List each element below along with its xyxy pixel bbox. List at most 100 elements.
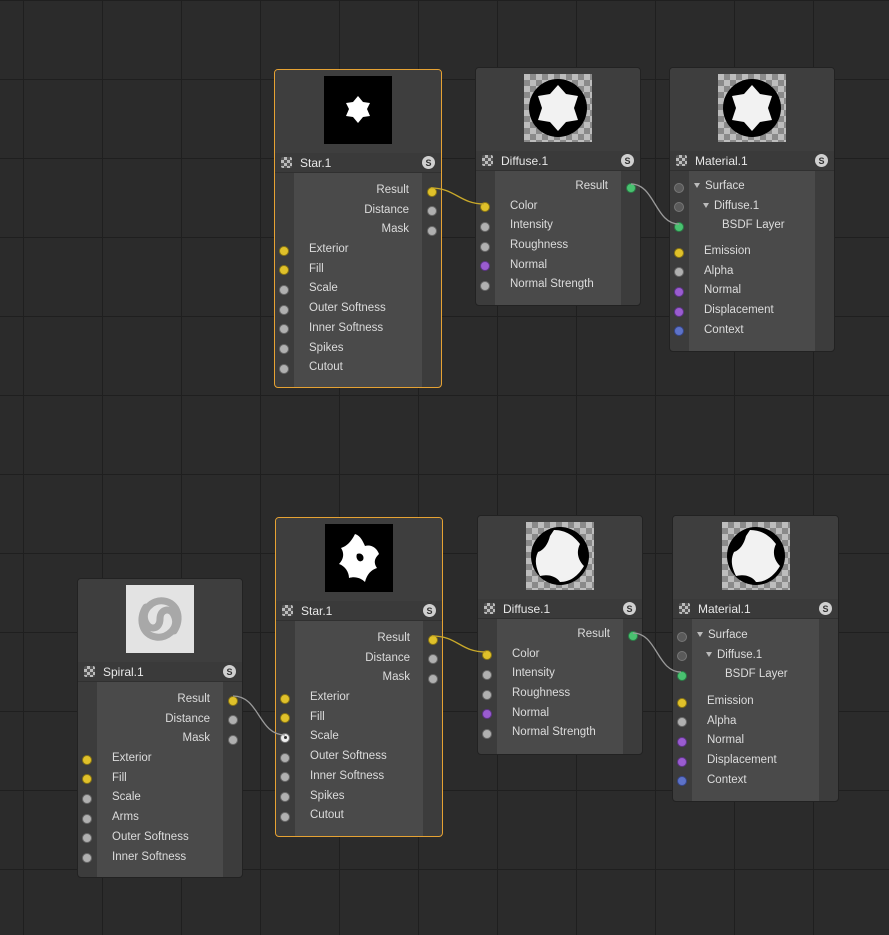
port[interactable]	[626, 182, 636, 193]
tree-bsdf-layer[interactable]: BSDF Layer	[670, 216, 834, 236]
input-outer-softness[interactable]: Outer Softness	[275, 299, 441, 319]
port[interactable]	[228, 715, 238, 726]
input-arms[interactable]: Arms	[78, 808, 242, 828]
port[interactable]	[280, 772, 290, 783]
output-mask[interactable]: Mask	[78, 729, 242, 749]
input-fill[interactable]: Fill	[78, 769, 242, 789]
input-displacement[interactable]: Displacement	[673, 751, 838, 771]
input-outer-softness[interactable]: Outer Softness	[276, 747, 442, 767]
material-node-2[interactable]: Material.1 S Surface Diffuse.1 BSDF Laye…	[672, 515, 839, 802]
port[interactable]	[480, 221, 490, 232]
port[interactable]	[482, 728, 492, 739]
port[interactable]	[279, 245, 289, 256]
input-normal[interactable]: Normal	[670, 281, 834, 301]
output-distance[interactable]: Distance	[275, 201, 441, 221]
spiral-node[interactable]: Spiral.1 S Result Distance Mask Exterior…	[77, 578, 243, 878]
input-normal[interactable]: Normal	[478, 704, 642, 724]
port[interactable]	[480, 280, 490, 291]
port[interactable]	[279, 265, 289, 276]
port[interactable]	[674, 306, 684, 317]
port[interactable]	[482, 689, 492, 700]
port[interactable]	[228, 695, 238, 706]
port[interactable]	[279, 344, 289, 354]
diffuse-node-2[interactable]: Diffuse.1 S Result Color Intensity Rough…	[477, 515, 643, 755]
port[interactable]	[628, 630, 638, 641]
tree-diffuse[interactable]: Diffuse.1	[673, 646, 838, 666]
node-header[interactable]: Star.1 S	[275, 153, 441, 173]
port[interactable]	[677, 717, 687, 728]
expand-triangle-icon[interactable]	[703, 202, 709, 208]
node-header[interactable]: Star.1 S	[276, 601, 442, 621]
input-cutout[interactable]: Cutout	[275, 358, 441, 378]
output-result[interactable]: Result	[478, 625, 642, 645]
input-spikes[interactable]: Spikes	[276, 787, 442, 807]
input-alpha[interactable]: Alpha	[670, 262, 834, 282]
output-result[interactable]: Result	[476, 177, 640, 197]
input-fill[interactable]: Fill	[276, 708, 442, 728]
input-normal-strength[interactable]: Normal Strength	[476, 275, 640, 295]
input-color[interactable]: Color	[478, 645, 642, 665]
solo-button[interactable]: S	[819, 602, 832, 615]
port[interactable]	[82, 813, 92, 824]
node-header[interactable]: Material.1 S	[670, 151, 834, 171]
input-context[interactable]: Context	[670, 321, 834, 341]
node-header[interactable]: Spiral.1 S	[78, 662, 242, 682]
port[interactable]	[480, 261, 490, 272]
input-intensity[interactable]: Intensity	[476, 216, 640, 236]
output-result[interactable]: Result	[276, 629, 442, 649]
input-scale[interactable]: Scale	[78, 788, 242, 808]
port[interactable]	[428, 673, 438, 684]
port[interactable]	[427, 186, 437, 197]
input-spikes[interactable]: Spikes	[275, 339, 441, 359]
input-inner-softness[interactable]: Inner Softness	[275, 319, 441, 339]
input-intensity[interactable]: Intensity	[478, 664, 642, 684]
port[interactable]	[677, 776, 687, 787]
port[interactable]	[280, 792, 290, 802]
port[interactable]	[279, 304, 289, 315]
expand-triangle-icon[interactable]	[706, 651, 712, 657]
port[interactable]	[674, 247, 684, 258]
input-exterior[interactable]: Exterior	[276, 688, 442, 708]
port[interactable]	[280, 713, 290, 724]
input-normal[interactable]: Normal	[673, 731, 838, 751]
material-node-1[interactable]: Material.1 S Surface Diffuse.1 BSDF Laye…	[669, 67, 835, 352]
port[interactable]	[280, 811, 290, 822]
input-normal-strength[interactable]: Normal Strength	[478, 723, 642, 743]
input-context[interactable]: Context	[673, 771, 838, 791]
star-node-1[interactable]: Star.1 S Result Distance Mask Exterior F…	[274, 69, 442, 388]
star-node-2[interactable]: Star.1 S Result Distance Mask Exterior F…	[275, 517, 443, 837]
node-header[interactable]: Material.1 S	[673, 599, 838, 619]
solo-button[interactable]: S	[815, 154, 828, 167]
input-roughness[interactable]: Roughness	[478, 684, 642, 704]
port[interactable]	[482, 709, 492, 720]
input-inner-softness[interactable]: Inner Softness	[276, 767, 442, 787]
output-mask[interactable]: Mask	[276, 668, 442, 688]
diffuse-node-1[interactable]: Diffuse.1 S Result Color Intensity Rough…	[475, 67, 641, 306]
port[interactable]	[674, 267, 684, 278]
port[interactable]	[674, 286, 684, 297]
port[interactable]	[428, 654, 438, 665]
port[interactable]	[427, 225, 437, 236]
expand-triangle-icon[interactable]	[694, 183, 700, 188]
port[interactable]	[279, 324, 289, 335]
input-alpha[interactable]: Alpha	[673, 712, 838, 732]
output-result[interactable]: Result	[78, 690, 242, 710]
expand-triangle-icon[interactable]	[697, 632, 703, 637]
input-emission[interactable]: Emission	[673, 692, 838, 712]
solo-button[interactable]: S	[423, 604, 436, 617]
solo-button[interactable]: S	[422, 156, 435, 169]
port[interactable]	[482, 650, 492, 661]
port[interactable]	[480, 202, 490, 213]
port[interactable]	[427, 206, 437, 217]
port[interactable]	[82, 833, 92, 844]
port[interactable]	[428, 634, 438, 645]
tree-surface[interactable]: Surface	[670, 177, 834, 197]
input-inner-softness[interactable]: Inner Softness	[78, 848, 242, 868]
node-header[interactable]: Diffuse.1 S	[478, 599, 642, 619]
solo-button[interactable]: S	[621, 154, 634, 167]
port[interactable]	[677, 651, 687, 662]
port[interactable]	[674, 202, 684, 213]
port[interactable]	[674, 221, 684, 232]
output-distance[interactable]: Distance	[276, 649, 442, 669]
input-outer-softness[interactable]: Outer Softness	[78, 828, 242, 848]
